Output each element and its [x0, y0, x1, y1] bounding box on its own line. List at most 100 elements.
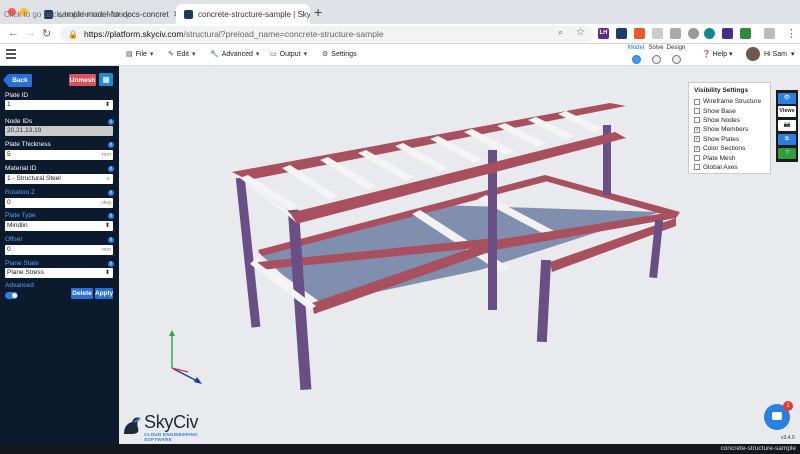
- unmesh-button[interactable]: Unmesh: [69, 74, 96, 86]
- step-solve-button[interactable]: [652, 55, 661, 64]
- vis-wireframe[interactable]: Wireframe Structure: [694, 97, 765, 106]
- gear-icon: ⚙: [322, 51, 329, 58]
- apply-button[interactable]: Apply: [95, 288, 113, 299]
- checkbox[interactable]: [694, 155, 700, 162]
- step-design-label: Design: [666, 45, 686, 51]
- menu-output[interactable]: ▭ Output ▾: [270, 50, 307, 59]
- search-icon[interactable]: ⌕: [107, 174, 110, 184]
- avatar: [746, 47, 760, 61]
- browser-tab-active[interactable]: concrete-structure-sample | Sky ✕: [176, 4, 310, 24]
- info-icon[interactable]: i: [108, 261, 114, 267]
- rotation-z-label: Rotation Z: [5, 189, 35, 196]
- plate-thickness-label: Plate Thickness: [5, 141, 51, 148]
- rotation-z-value: 0: [7, 199, 11, 206]
- browser-tab-strip: sample-model-for-docs-concret ✕ concrete…: [0, 0, 800, 24]
- extension-teal-icon[interactable]: [704, 28, 715, 39]
- z-axis: [171, 367, 198, 382]
- plane-state-select[interactable]: Plane Stress ⬍: [5, 268, 113, 278]
- menu-output-label: Output: [279, 50, 301, 58]
- info-icon[interactable]: i: [108, 119, 114, 125]
- new-tab-button[interactable]: +: [314, 4, 322, 20]
- offset-input[interactable]: 0 mm: [5, 245, 113, 255]
- chat-button[interactable]: 1: [764, 401, 793, 430]
- vis-color-sections[interactable]: ✓ Color Sections: [694, 144, 765, 153]
- column: [536, 259, 552, 343]
- vis-nodes[interactable]: Show Nodes: [694, 116, 765, 125]
- extension-camera-icon[interactable]: [670, 28, 681, 39]
- plate-type-label: Plate Type: [5, 212, 36, 219]
- extension-cursor-icon[interactable]: [764, 28, 775, 39]
- delete-button[interactable]: Delete: [71, 288, 93, 299]
- checkbox[interactable]: [694, 164, 700, 171]
- skyciv-favicon-icon: [184, 9, 193, 19]
- extension-cloud-icon[interactable]: [616, 28, 627, 39]
- column: [488, 150, 497, 310]
- checkbox[interactable]: ✓: [694, 145, 700, 152]
- extension-lh-icon[interactable]: LH: [598, 28, 609, 39]
- extension-green-icon[interactable]: [740, 28, 751, 39]
- checkbox[interactable]: ✓: [694, 136, 700, 143]
- unit-label: deg: [101, 200, 111, 206]
- checkbox[interactable]: [694, 108, 700, 115]
- info-icon[interactable]: i: [108, 142, 114, 148]
- forward-arrow-icon[interactable]: →: [25, 27, 36, 39]
- cube-icon[interactable]: ⧉: [778, 134, 796, 145]
- footer-bar: concrete-structure-sample: [0, 444, 800, 454]
- info-icon[interactable]: i: [108, 190, 114, 196]
- menu-advanced-label: Advanced: [221, 50, 253, 58]
- search-icon[interactable]: ⌕: [558, 27, 563, 38]
- info-icon[interactable]: i: [108, 166, 114, 172]
- checkbox[interactable]: [694, 117, 700, 124]
- checkbox[interactable]: [694, 98, 700, 105]
- extension-circle-icon[interactable]: [688, 28, 699, 39]
- grid-table-icon[interactable]: ▦: [99, 73, 113, 86]
- help-circle-icon[interactable]: ?: [778, 148, 796, 159]
- unit-label: mm: [101, 247, 111, 253]
- plate-type-select[interactable]: Mindlin ⬍: [5, 221, 113, 231]
- close-tab-icon[interactable]: ✕: [169, 9, 176, 20]
- vis-label: Wireframe Structure: [703, 98, 762, 106]
- extension-square-icon[interactable]: [652, 28, 663, 39]
- eye-icon[interactable]: 👁: [778, 93, 796, 104]
- vis-plates[interactable]: ✓ Show Plates: [694, 135, 765, 144]
- step-model-button[interactable]: [632, 55, 641, 64]
- back-arrow-icon[interactable]: ←: [8, 27, 19, 39]
- step-design-button[interactable]: [672, 55, 681, 64]
- extension-bird-icon[interactable]: [634, 28, 645, 39]
- info-icon[interactable]: i: [108, 237, 114, 243]
- hamburger-menu-icon[interactable]: [6, 49, 16, 59]
- reload-icon[interactable]: ↻: [42, 27, 51, 40]
- offset-label: Offset: [5, 236, 23, 243]
- menu-edit[interactable]: ✎ Edit ▾: [168, 50, 196, 59]
- info-icon[interactable]: i: [108, 213, 114, 219]
- address-bar[interactable]: 🔒 https://platform.skyciv.com /structura…: [60, 26, 594, 42]
- vis-global-axes[interactable]: Global Axes: [694, 163, 765, 172]
- visibility-settings-panel: Visibility Settings Wireframe Structure …: [688, 82, 771, 174]
- menu-advanced[interactable]: 🔧 Advanced ▾: [210, 50, 259, 59]
- rotation-z-input[interactable]: 0 deg: [5, 198, 113, 208]
- vis-label: Show Plates: [703, 135, 740, 143]
- material-id-input[interactable]: 1 - Structural Steel ⌕: [5, 174, 113, 184]
- browser-menu-icon[interactable]: ⋮: [786, 27, 797, 40]
- views-button[interactable]: Views: [778, 106, 796, 117]
- bookmark-star-icon[interactable]: ☆: [576, 27, 585, 38]
- advanced-toggle[interactable]: [5, 292, 18, 299]
- vis-members[interactable]: ✓ Show Members: [694, 125, 765, 134]
- camera-icon[interactable]: 📷: [778, 120, 796, 131]
- user-menu[interactable]: Hi Sam ▾: [746, 47, 794, 61]
- chevron-down-icon: ▾: [191, 51, 196, 58]
- vis-base[interactable]: Show Base: [694, 106, 765, 115]
- vis-plate-mesh[interactable]: Plate Mesh: [694, 153, 765, 162]
- back-button[interactable]: Back: [3, 74, 32, 87]
- offset-value: 0: [7, 246, 11, 253]
- wrench-icon: 🔧: [210, 51, 219, 58]
- checkbox[interactable]: ✓: [694, 126, 700, 133]
- extension-hex-icon[interactable]: [722, 28, 733, 39]
- menu-file[interactable]: ▤ File ▾: [126, 50, 153, 59]
- menu-settings[interactable]: ⚙ Settings: [322, 50, 357, 59]
- menu-file-label: File: [135, 50, 147, 58]
- plate-thickness-input[interactable]: 5 mm: [5, 150, 113, 160]
- help-menu[interactable]: ❓ Help ▾: [702, 50, 733, 58]
- plate-id-select[interactable]: 1 ⬍: [5, 100, 113, 110]
- advanced-label: Advanced: [5, 282, 34, 289]
